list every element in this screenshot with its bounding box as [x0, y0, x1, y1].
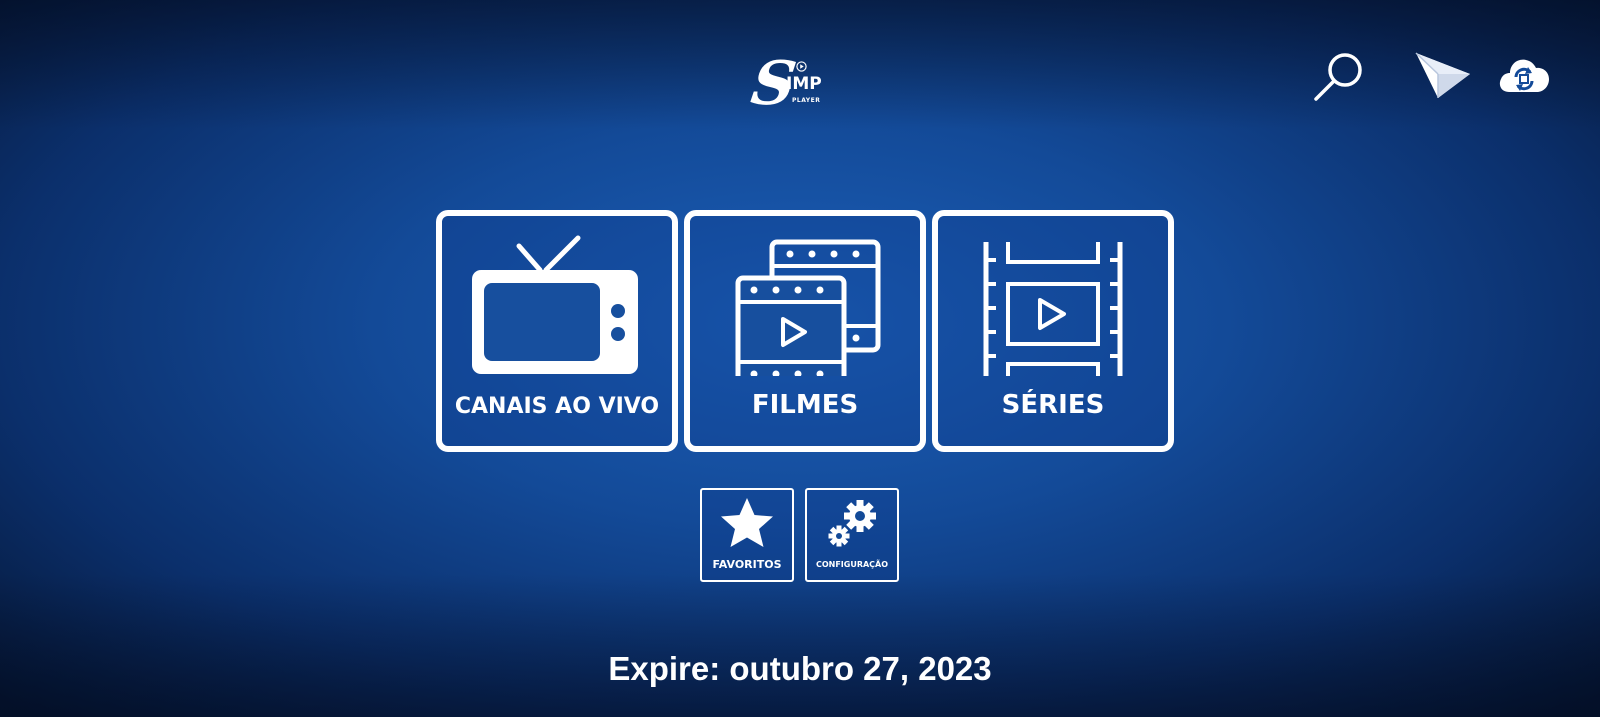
tile-series-label: SÉRIES [1001, 390, 1105, 420]
tv-icon [472, 235, 638, 374]
cloud-sync-icon [1499, 59, 1549, 92]
logo-play-icon [796, 61, 807, 72]
star-icon [721, 498, 773, 547]
settings-button[interactable]: CONFIGURAÇÃO [805, 488, 899, 582]
favorites-button[interactable]: FAVORITOS [700, 488, 794, 582]
app-logo: S IMP PLAYER [747, 49, 842, 120]
gears-icon [828, 500, 876, 547]
main-menu: CANAIS AO VIVO FILMES SÉRIES [436, 210, 1176, 452]
expire-date: Expire: outubro 27, 2023 [608, 650, 992, 687]
search-button[interactable] [1312, 50, 1368, 106]
cloud-sync-button[interactable] [1497, 52, 1551, 98]
tile-series[interactable]: SÉRIES [932, 210, 1174, 452]
send-icon [1415, 52, 1470, 98]
logo-text: IMP [786, 74, 822, 94]
search-icon [1314, 53, 1362, 101]
logo-subtext: PLAYER [792, 97, 821, 104]
tile-movies-label: FILMES [751, 390, 859, 420]
tile-live-label: CANAIS AO VIVO [454, 394, 660, 419]
film-icon [735, 239, 881, 376]
filmstrip-icon [983, 242, 1123, 376]
send-button[interactable] [1414, 50, 1472, 102]
settings-label: CONFIGURAÇÃO [815, 560, 889, 569]
tile-live-channels[interactable]: CANAIS AO VIVO [436, 210, 678, 452]
favorites-label: FAVORITOS [712, 558, 782, 571]
tile-movies[interactable]: FILMES [684, 210, 926, 452]
